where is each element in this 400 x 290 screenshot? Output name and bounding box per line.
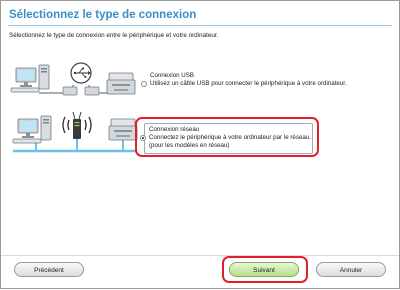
usb-option-label: Connexion USB [150,72,195,79]
printer-icon [108,118,138,141]
usb-option-description: Utilisez un câble USB pour connecter le … [150,80,347,88]
network-option-highlight [135,117,319,157]
computer-icon [10,64,50,93]
footer-divider [1,255,399,256]
previous-button[interactable]: Précédent [14,262,84,277]
usb-radio[interactable] [141,80,147,87]
usb-icon [70,62,92,84]
network-illustration [12,111,138,153]
printer-icon [106,72,136,95]
usb-illustration [10,62,136,96]
computer-icon [12,115,52,144]
router-icon [72,111,82,139]
installer-window: Sélectionnez le type de connexion Sélect… [0,0,400,289]
next-button-highlight [222,256,308,283]
cancel-button[interactable]: Annuler [316,262,386,277]
